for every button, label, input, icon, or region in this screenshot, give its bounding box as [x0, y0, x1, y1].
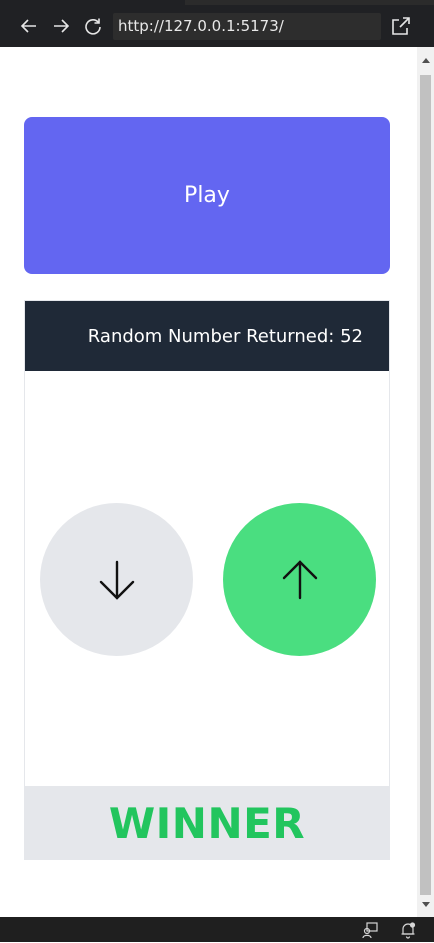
guess-higher-button[interactable]: [223, 503, 376, 656]
outcome-banner: WINNER: [25, 786, 389, 860]
back-arrow-icon[interactable]: [17, 14, 41, 38]
arrow-up-icon: [282, 559, 317, 599]
outcome-text: WINNER: [108, 798, 306, 848]
vertical-scrollbar[interactable]: [417, 47, 434, 917]
notification-bell-icon[interactable]: [399, 921, 417, 939]
arrow-down-icon: [99, 560, 134, 600]
random-number-result: Random Number Returned: 52: [25, 301, 389, 371]
remote-session-icon[interactable]: [361, 921, 379, 939]
guess-lower-button[interactable]: [40, 503, 193, 656]
scroll-thumb[interactable]: [420, 75, 431, 895]
reload-icon[interactable]: [81, 14, 105, 38]
play-button[interactable]: Play: [24, 117, 390, 274]
open-external-icon[interactable]: [389, 14, 413, 38]
forward-arrow-icon[interactable]: [49, 14, 73, 38]
browser-toolbar: http://127.0.0.1:5173/: [0, 0, 434, 47]
address-bar[interactable]: http://127.0.0.1:5173/: [113, 13, 381, 40]
scroll-down-arrow-icon[interactable]: [417, 891, 434, 917]
result-text: Random Number Returned: 52: [87, 325, 363, 347]
scroll-up-arrow-icon[interactable]: [417, 47, 434, 73]
status-bar: [0, 917, 434, 942]
tab-strip: [185, 0, 434, 5]
game-card: Random Number Returned: 52 WINNER: [24, 300, 390, 860]
